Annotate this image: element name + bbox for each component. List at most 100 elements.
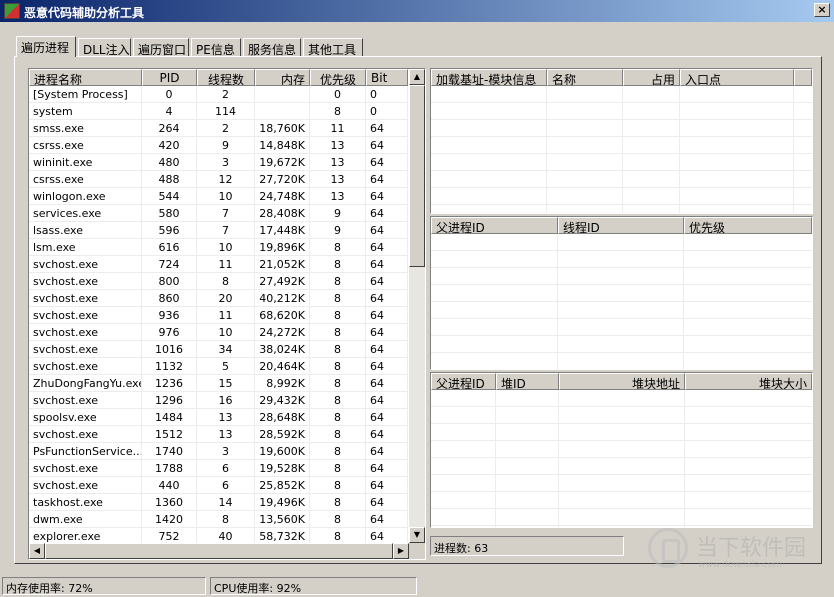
module-list[interactable]: 加载基址-模块信息 名称 占用 入口点 [430,68,813,214]
col-parent-pid[interactable]: 父进程ID [431,217,558,234]
thread-list[interactable]: 父进程ID 线程ID 优先级 [430,216,813,370]
table-cell: 2 [197,120,255,137]
close-button[interactable]: × [814,3,830,17]
table-row[interactable]: svchost.exe 1016 34 38,024K 8 64 [29,341,408,358]
table-cell: 9 [310,222,366,239]
col-usage[interactable]: 占用 [623,69,680,86]
table-cell: 64 [366,222,408,239]
col-bit[interactable]: Bit [366,69,408,86]
process-list-hscrollbar[interactable]: ◀ ▶ [29,543,409,559]
table-row[interactable]: svchost.exe 860 20 40,212K 8 64 [29,290,408,307]
grid-line [431,301,812,302]
col-pid[interactable]: PID [142,69,197,86]
watermark-url: www.downxia.com [698,560,782,570]
col-priority[interactable]: 优先级 [310,69,366,86]
table-cell: 8 [310,409,366,426]
col-heap-block-size[interactable]: 堆块大小 [685,373,812,390]
table-row[interactable]: lsass.exe 596 7 17,448K 9 64 [29,222,408,239]
table-row[interactable]: PsFunctionService.... 1740 3 19,600K 8 64 [29,443,408,460]
table-cell: 64 [366,511,408,528]
col-heap-block-address[interactable]: 堆块地址 [559,373,685,390]
heap-list[interactable]: 父进程ID 堆ID 堆块地址 堆块大小 [430,372,813,528]
col-process-name[interactable]: 进程名称 [29,69,142,86]
grid-line [793,86,794,213]
table-row[interactable]: smss.exe 264 2 18,760K 11 64 [29,120,408,137]
table-cell: 1236 [142,375,197,392]
table-cell: 19,672K [255,154,310,171]
table-cell: lsm.exe [29,239,142,256]
table-cell: 64 [366,205,408,222]
up-arrow-icon[interactable]: ▲ [409,69,425,85]
table-row[interactable]: svchost.exe 936 11 68,620K 8 64 [29,307,408,324]
col-thread-id[interactable]: 线程ID [558,217,684,234]
table-row[interactable]: ZhuDongFangYu.exe 1236 15 8,992K 8 64 [29,375,408,392]
tab-window-list[interactable]: 遍历窗口 [133,38,189,57]
table-row[interactable]: svchost.exe 1512 13 28,592K 8 64 [29,426,408,443]
col-module-name[interactable]: 名称 [547,69,623,86]
table-row[interactable]: csrss.exe 420 9 14,848K 13 64 [29,137,408,154]
process-count: 进程数: 63 [430,536,624,556]
right-arrow-icon[interactable]: ▶ [393,543,409,559]
grid-line [679,86,680,213]
vscroll-thumb[interactable] [409,85,425,267]
table-row[interactable]: lsm.exe 616 10 19,896K 8 64 [29,239,408,256]
table-cell: smss.exe [29,120,142,137]
table-row[interactable]: svchost.exe 1296 16 29,432K 8 64 [29,392,408,409]
table-row[interactable]: svchost.exe 1788 6 19,528K 8 64 [29,460,408,477]
col-heap-id[interactable]: 堆ID [496,373,559,390]
table-cell: svchost.exe [29,307,142,324]
table-cell: 1016 [142,341,197,358]
tab-pe-info[interactable]: PE信息 [191,38,241,57]
table-cell: 64 [366,324,408,341]
col-load-base[interactable]: 加载基址-模块信息 [431,69,547,86]
left-arrow-icon[interactable]: ◀ [29,543,45,559]
table-row[interactable]: svchost.exe 440 6 25,852K 8 64 [29,477,408,494]
table-cell: lsass.exe [29,222,142,239]
table-cell: 8 [310,273,366,290]
table-cell: 1360 [142,494,197,511]
table-cell: 1740 [142,443,197,460]
col-entry-point[interactable]: 入口点 [680,69,794,86]
tab-service-info[interactable]: 服务信息 [243,38,301,57]
table-row[interactable]: [System Process] 0 2 0 0 [29,86,408,103]
table-row[interactable]: services.exe 580 7 28,408K 9 64 [29,205,408,222]
table-cell: 3 [197,443,255,460]
watermark-icon [648,528,688,568]
table-cell: 976 [142,324,197,341]
col-memory[interactable]: 内存 [255,69,310,86]
table-row[interactable]: svchost.exe 724 11 21,052K 8 64 [29,256,408,273]
table-row[interactable]: svchost.exe 976 10 24,272K 8 64 [29,324,408,341]
table-cell: 34 [197,341,255,358]
table-cell: 1484 [142,409,197,426]
table-row[interactable]: taskhost.exe 1360 14 19,496K 8 64 [29,494,408,511]
table-row[interactable]: svchost.exe 800 8 27,492K 8 64 [29,273,408,290]
table-cell: wininit.exe [29,154,142,171]
tab-dll-inject[interactable]: DLL注入 [78,38,131,57]
hscroll-thumb[interactable] [45,543,393,559]
table-row[interactable]: winlogon.exe 544 10 24,748K 13 64 [29,188,408,205]
col-thread-priority[interactable]: 优先级 [684,217,812,234]
table-cell: 0 [366,103,408,120]
down-arrow-icon[interactable]: ▼ [409,527,425,543]
process-list-vscrollbar[interactable]: ▲ ▼ [409,69,425,543]
table-row[interactable]: svchost.exe 1132 5 20,464K 8 64 [29,358,408,375]
table-cell: svchost.exe [29,392,142,409]
tab-process-list[interactable]: 遍历进程 [16,36,76,57]
process-list[interactable]: 进程名称 PID 线程数 内存 优先级 Bit [System Process]… [28,68,426,560]
table-cell: 64 [366,392,408,409]
table-row[interactable]: spoolsv.exe 1484 13 28,648K 8 64 [29,409,408,426]
table-cell: 14 [197,494,255,511]
tab-other-tools[interactable]: 其他工具 [303,38,363,57]
table-row[interactable]: dwm.exe 1420 8 13,560K 8 64 [29,511,408,528]
col-thread-count[interactable]: 线程数 [197,69,255,86]
table-row[interactable]: system 4 114 8 0 [29,103,408,120]
table-cell: 7 [197,222,255,239]
table-cell: 1512 [142,426,197,443]
col-heap-parent-pid[interactable]: 父进程ID [431,373,496,390]
table-cell: 64 [366,358,408,375]
table-cell: 3 [197,154,255,171]
table-row[interactable]: wininit.exe 480 3 19,672K 13 64 [29,154,408,171]
table-cell: 64 [366,171,408,188]
table-row[interactable]: csrss.exe 488 12 27,720K 13 64 [29,171,408,188]
scroll-corner [409,543,425,559]
